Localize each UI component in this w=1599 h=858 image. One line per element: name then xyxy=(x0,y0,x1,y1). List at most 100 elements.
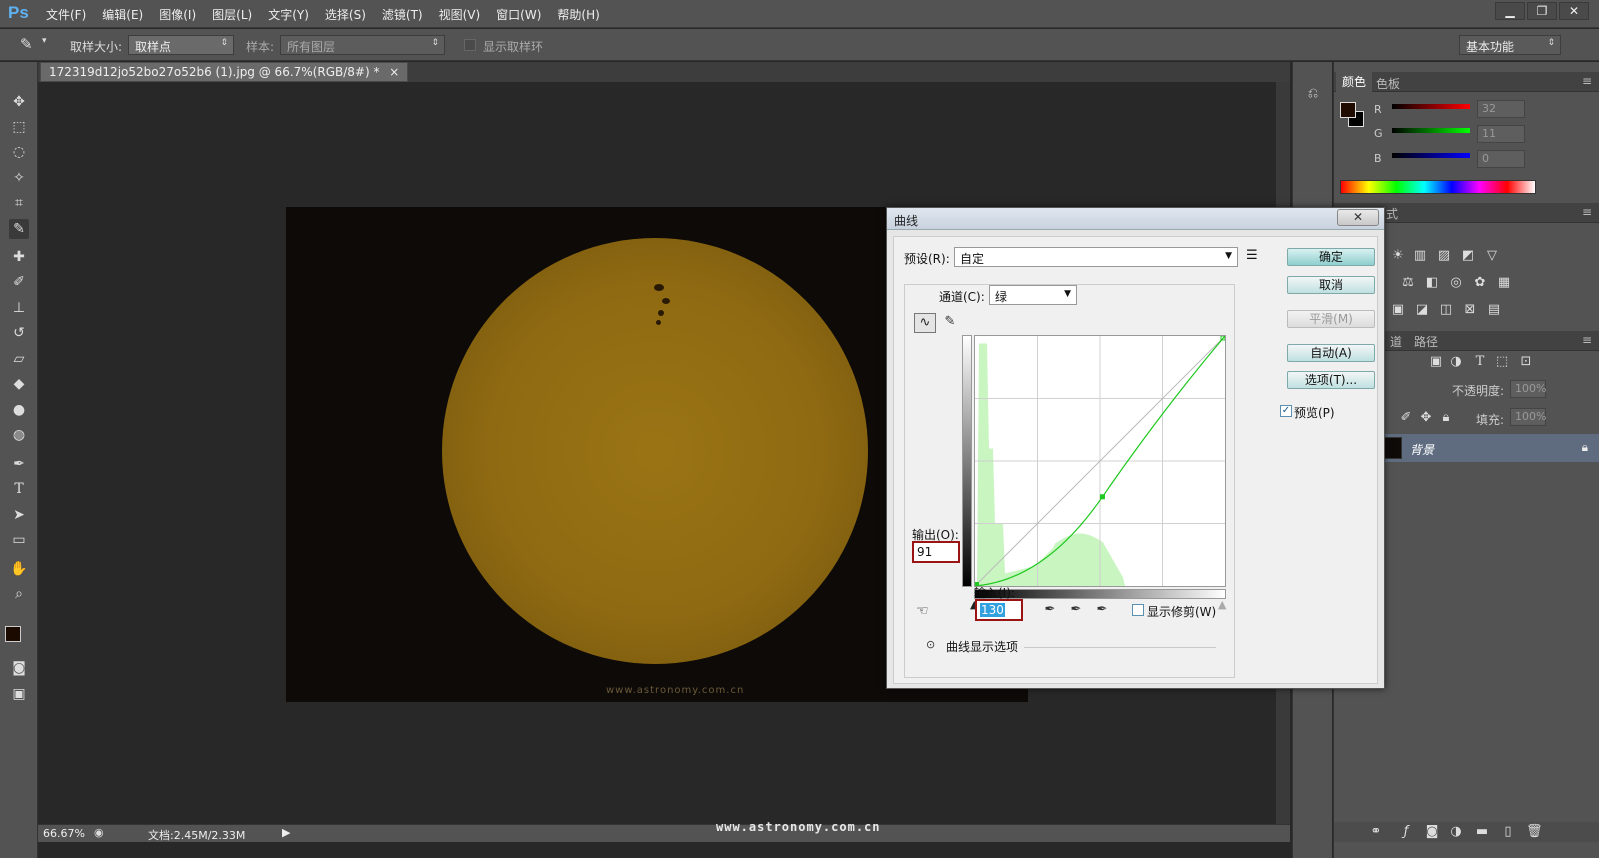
menu-edit[interactable]: 编辑(E) xyxy=(102,6,143,23)
document-tab[interactable]: 172319d12jo52bo27o52b6 (1).jpg @ 66.7%(R… xyxy=(40,62,409,82)
zoom-tool-icon[interactable]: ⌕ xyxy=(9,584,29,604)
output-input[interactable]: 91 xyxy=(912,541,960,563)
clone-stamp-tool-icon[interactable]: ⊥ xyxy=(9,298,29,318)
hand-tool-icon[interactable]: ✋ xyxy=(9,559,29,579)
photo-filter-icon[interactable]: ◎ xyxy=(1448,275,1464,291)
fx-icon[interactable]: ƒ xyxy=(1398,824,1414,840)
posterize-icon[interactable]: ◪ xyxy=(1414,302,1430,318)
auto-button[interactable]: 自动(A) xyxy=(1287,344,1375,362)
channel-select[interactable]: 绿 ▼ xyxy=(989,285,1077,305)
pen-tool-icon[interactable]: ✒ xyxy=(9,454,29,474)
menu-layer[interactable]: 图层(L) xyxy=(212,6,252,23)
curve-point-selected[interactable] xyxy=(1099,494,1105,500)
white-point-slider-icon[interactable]: ▲ xyxy=(1218,598,1226,611)
opacity-input[interactable]: 100% xyxy=(1510,380,1546,398)
blur-tool-icon[interactable]: ● xyxy=(9,400,29,420)
history-panel-icon[interactable]: ⎌ xyxy=(1305,86,1321,102)
blue-slider[interactable] xyxy=(1392,153,1470,158)
filter-smart-icon[interactable]: ⊡ xyxy=(1518,354,1534,370)
lock-all-icon[interactable]: 🔒︎ xyxy=(1438,410,1454,426)
eyedropper-tool-icon[interactable]: ✎ xyxy=(9,219,29,239)
preview-checkbox[interactable]: ✓ xyxy=(1280,405,1292,417)
lasso-tool-icon[interactable]: ◌ xyxy=(9,142,29,162)
new-adjustment-icon[interactable]: ◑ xyxy=(1448,824,1464,840)
marquee-tool-icon[interactable]: ⬚ xyxy=(9,117,29,137)
new-group-icon[interactable]: ▬ xyxy=(1474,824,1490,840)
layer-name[interactable]: 背景 xyxy=(1410,441,1434,458)
menu-window[interactable]: 窗口(W) xyxy=(496,6,541,23)
curve-point-mode-icon[interactable]: ∿ xyxy=(914,313,936,333)
tab-channels[interactable]: 道 xyxy=(1390,333,1402,350)
restore-button[interactable]: ❐ xyxy=(1527,2,1557,20)
lock-brush-icon[interactable]: ✐ xyxy=(1398,410,1414,426)
menu-image[interactable]: 图像(I) xyxy=(159,6,196,23)
rectangle-tool-icon[interactable]: ▭ xyxy=(9,530,29,550)
menu-select[interactable]: 选择(S) xyxy=(325,6,366,23)
tab-color[interactable]: 颜色 xyxy=(1336,72,1373,92)
crop-tool-icon[interactable]: ⌗ xyxy=(9,193,29,213)
filter-type-icon[interactable]: T xyxy=(1472,354,1488,370)
menu-type[interactable]: 文字(Y) xyxy=(268,6,309,23)
expand-options-icon[interactable]: ⊙ xyxy=(926,638,935,651)
show-clipping-checkbox[interactable] xyxy=(1132,604,1144,616)
green-slider[interactable] xyxy=(1392,128,1470,133)
dialog-title-bar[interactable]: 曲线 ✕ xyxy=(887,208,1384,230)
curve-display-options-label[interactable]: 曲线显示选项 xyxy=(946,638,1018,655)
tab-paths[interactable]: 路径 xyxy=(1414,333,1438,350)
healing-brush-tool-icon[interactable]: ✚ xyxy=(9,247,29,267)
cancel-button[interactable]: 取消 xyxy=(1287,276,1375,294)
curves-icon[interactable]: ▨ xyxy=(1436,248,1452,264)
paint-bucket-tool-icon[interactable]: ◆ xyxy=(9,374,29,394)
layer-row-background[interactable]: 背景 🔒︎ xyxy=(1374,434,1599,462)
link-layers-icon[interactable]: ⚭ xyxy=(1368,824,1384,840)
input-input[interactable]: 130 xyxy=(975,599,1023,621)
tab-styles[interactable]: 式 xyxy=(1386,205,1398,222)
dialog-close-button[interactable]: ✕ xyxy=(1337,209,1379,226)
sample-size-select[interactable]: 取样点 ⇕ xyxy=(128,35,234,55)
panel-menu-icon[interactable]: ≡ xyxy=(1582,205,1592,219)
quick-select-tool-icon[interactable]: ✧ xyxy=(9,168,29,188)
delete-layer-icon[interactable]: 🗑︎ xyxy=(1526,824,1543,840)
tool-preset-arrow-icon[interactable]: ▾ xyxy=(42,36,47,46)
threshold-icon[interactable]: ◫ xyxy=(1438,302,1454,318)
curves-graph[interactable] xyxy=(974,335,1226,587)
preset-options-icon[interactable]: ☰ xyxy=(1246,248,1258,263)
sample-layers-select[interactable]: 所有图层 ⇕ xyxy=(280,35,445,55)
filter-shape-icon[interactable]: ⬚ xyxy=(1494,354,1510,370)
zoom-level[interactable]: 66.67% xyxy=(43,827,85,840)
invert-icon[interactable]: ▣ xyxy=(1390,302,1406,318)
white-eyedropper-icon[interactable]: ✒ xyxy=(1094,602,1110,618)
minimize-button[interactable]: ▁ xyxy=(1495,2,1525,20)
pencil-mode-icon[interactable]: ✎ xyxy=(940,313,960,333)
add-mask-icon[interactable]: ◙ xyxy=(1424,824,1440,840)
screen-mode-icon[interactable]: ▣ xyxy=(9,684,29,704)
exposure-icon[interactable]: ◩ xyxy=(1460,248,1476,264)
quick-mask-icon[interactable]: ◙ xyxy=(9,658,29,678)
eraser-tool-icon[interactable]: ▱ xyxy=(9,349,29,369)
black-eyedropper-icon[interactable]: ✒ xyxy=(1042,602,1058,618)
filter-adjust-icon[interactable]: ◑ xyxy=(1448,354,1464,370)
black-white-icon[interactable]: ◧ xyxy=(1424,275,1440,291)
brush-tool-icon[interactable]: ✐ xyxy=(9,272,29,292)
panel-menu-icon[interactable]: ≡ xyxy=(1582,74,1592,88)
smooth-button[interactable]: 平滑(M) xyxy=(1287,310,1375,328)
selective-color-icon[interactable]: ⊠ xyxy=(1462,302,1478,318)
new-layer-icon[interactable]: ▯ xyxy=(1500,824,1516,840)
lock-position-icon[interactable]: ✥ xyxy=(1418,410,1434,426)
fg-color-swatch[interactable] xyxy=(1340,102,1356,118)
show-sampling-ring-checkbox[interactable] xyxy=(464,39,476,51)
levels-icon[interactable]: ▥ xyxy=(1412,248,1428,264)
vibrance-icon[interactable]: ▽ xyxy=(1484,248,1500,264)
close-tab-icon[interactable]: × xyxy=(389,65,399,79)
close-window-button[interactable]: ✕ xyxy=(1559,2,1589,20)
menu-view[interactable]: 视图(V) xyxy=(439,6,481,23)
tab-swatches[interactable]: 色板 xyxy=(1376,75,1400,92)
options-button[interactable]: 选项(T)... xyxy=(1287,371,1375,389)
foreground-color-swatch[interactable] xyxy=(5,626,21,642)
fill-input[interactable]: 100% xyxy=(1510,408,1546,426)
channel-mixer-icon[interactable]: ✿ xyxy=(1472,275,1488,291)
color-lookup-icon[interactable]: ▦ xyxy=(1496,275,1512,291)
red-slider[interactable] xyxy=(1392,104,1470,109)
gray-eyedropper-icon[interactable]: ✒ xyxy=(1068,602,1084,618)
path-select-tool-icon[interactable]: ➤ xyxy=(9,505,29,525)
